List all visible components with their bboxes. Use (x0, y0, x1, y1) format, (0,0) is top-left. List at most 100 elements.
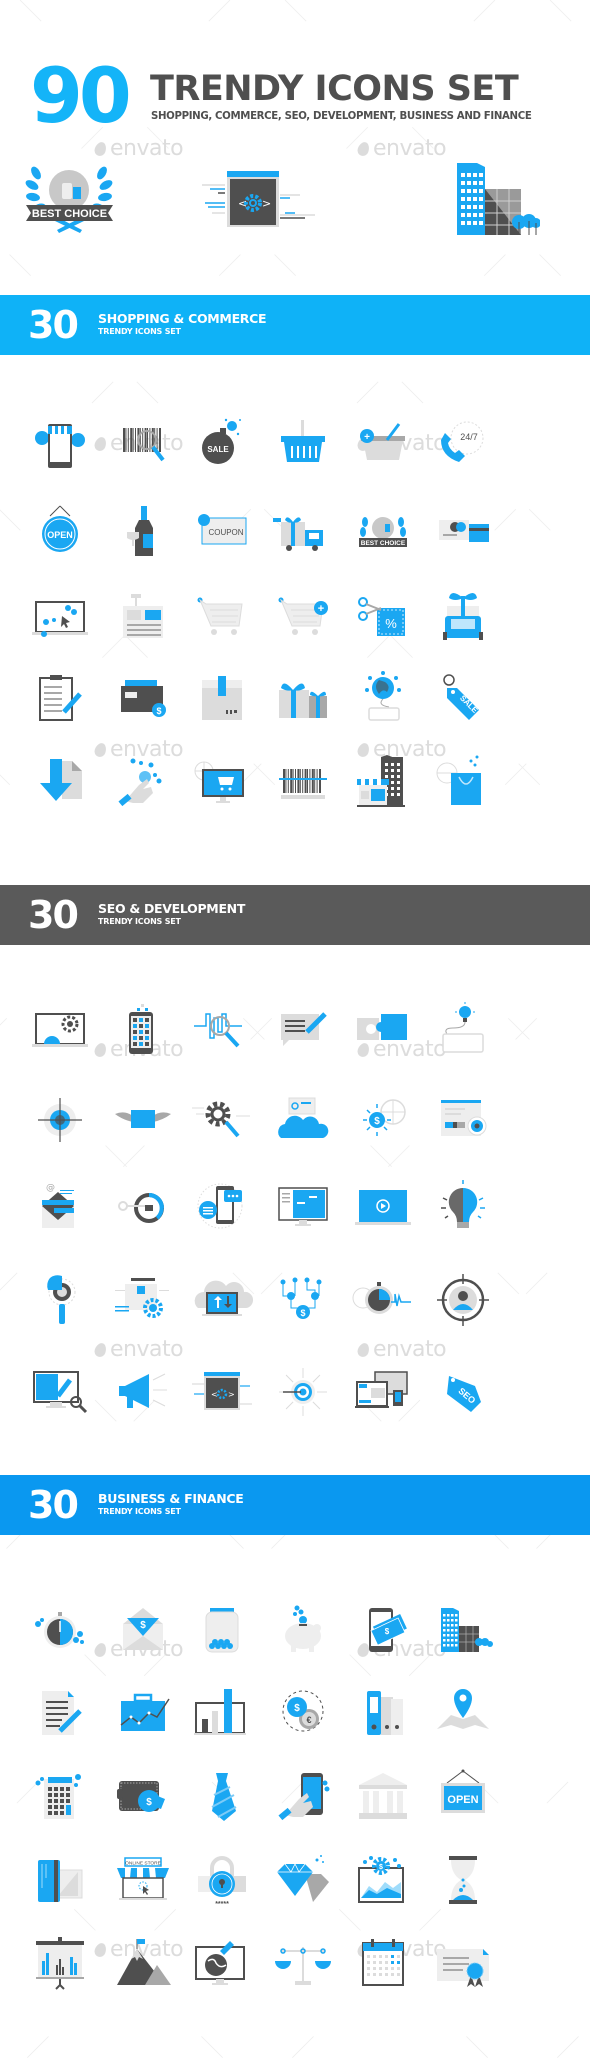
store-building-icon-glyph (357, 755, 405, 807)
analytics-search-icon (190, 998, 254, 1062)
video-laptop-icon (351, 1176, 415, 1240)
email-marketing-icon-glyph: @ (42, 1183, 74, 1228)
barcode-scan-icon-glyph (279, 769, 327, 799)
svg-text:OPEN: OPEN (447, 1794, 478, 1806)
section-title: SHOPPING & COMMERCE (98, 311, 267, 326)
web-design-monitor-icon-glyph (33, 1371, 88, 1414)
responsive-devices-icon-glyph (355, 1371, 408, 1408)
svg-text:$: $ (156, 706, 161, 716)
touch-hand-icon (111, 751, 175, 815)
hourglass-icon (431, 1848, 495, 1912)
support-24-7-icon-glyph: 24/7 (441, 421, 484, 462)
winged-mail-icon-glyph (115, 1110, 171, 1128)
coin-jar-icon (190, 1598, 254, 1662)
presentation-board-icon-glyph (36, 1937, 84, 1990)
gear-search-icon-glyph (192, 1101, 250, 1138)
gift-delivery-truck-icon (271, 500, 335, 564)
section-banner-seo: 30 SEO & DEVELOPMENT TRENDY ICONS SET (0, 885, 590, 945)
package-box-icon (190, 666, 254, 730)
cloud-transfer-icon-glyph (194, 1280, 254, 1316)
write-comment-icon (271, 998, 335, 1062)
money-globe-icon-glyph: $ (363, 1099, 406, 1136)
cloud-data-icon (271, 1088, 335, 1152)
wallet-coin-icon-glyph: $ (117, 1781, 165, 1812)
padlock-password-icon: ***** (190, 1848, 254, 1912)
map-location-icon-glyph (437, 1689, 489, 1729)
svg-text:$: $ (300, 1308, 305, 1318)
add-to-basket-icon: + (351, 410, 415, 474)
page-title: TRENDY ICONS SET (150, 69, 519, 109)
briefcase-growth-icon (111, 1681, 175, 1745)
piggy-bank-icon-glyph (285, 1605, 321, 1652)
brain-bulb-icon (431, 1176, 495, 1240)
section-subtitle: TRENDY ICONS SET (98, 917, 181, 926)
cloud-transfer-icon (190, 1268, 254, 1332)
icon-count: 90 (30, 51, 132, 140)
money-envelope-icon: $ (111, 1598, 175, 1662)
mobile-store-icon (28, 410, 92, 474)
bank-building-icon-glyph (359, 1773, 407, 1819)
contract-sign-icon-glyph (42, 1691, 82, 1735)
coin-jar-icon-glyph (205, 1608, 239, 1653)
analytics-search-icon-glyph (194, 1013, 242, 1048)
padlock-password-icon-glyph: ***** (198, 1856, 246, 1908)
section-banner-business: 30 BUSINESS & FINANCE TRENDY ICONS SET (0, 1475, 590, 1535)
touch-phone-icon-glyph (278, 1773, 330, 1821)
online-click-monitor-icon (28, 586, 92, 650)
discount-coupon-cut-icon-glyph: % (358, 597, 405, 636)
web-monitor-icon (271, 1176, 335, 1240)
presentation-board-icon (28, 1931, 92, 1995)
web-design-monitor-icon (28, 1360, 92, 1424)
balance-scale-icon (271, 1931, 335, 1995)
online-cart-monitor-icon (190, 751, 254, 815)
best-choice-icon-glyph: BEST CHOICE (359, 517, 407, 547)
payment-cards-icon-glyph (439, 520, 489, 542)
gift-delivery-truck-icon-glyph (273, 517, 323, 551)
shopping-cart-icon (190, 586, 254, 650)
sale-tag-icon-glyph: SALE (443, 674, 480, 720)
write-comment-icon-glyph (281, 1012, 327, 1046)
open-sign-board-icon-glyph: OPEN (441, 1769, 485, 1813)
add-to-cart-icon-glyph: + (278, 597, 328, 635)
responsive-devices-icon (351, 1360, 415, 1424)
section-count: 30 (28, 1483, 79, 1527)
shopping-bag-icon-glyph (436, 755, 481, 805)
gift-boxes-icon (271, 666, 335, 730)
puzzle-icon (351, 998, 415, 1062)
bank-building-icon (351, 1765, 415, 1829)
calculator-icon (28, 1765, 92, 1829)
key-lock-progress-icon-glyph (118, 1193, 164, 1223)
envato-watermark: envato (355, 1338, 447, 1362)
office-buildings-icon (455, 155, 541, 235)
stopwatch-icon (28, 1598, 92, 1662)
laptop-settings-icon-glyph (32, 1013, 88, 1047)
coupon-icon-glyph: COUPON (198, 514, 247, 545)
cash-register-icon (111, 586, 175, 650)
money-globe-icon: $ (351, 1088, 415, 1152)
sale-bomb-icon: SALE (190, 410, 254, 474)
credit-card-icon (28, 1848, 92, 1912)
gear-search-icon (190, 1088, 254, 1152)
hourglass-icon-glyph (449, 1856, 477, 1904)
svg-text:$: $ (294, 1703, 300, 1714)
barcode-search-icon (111, 410, 175, 474)
payment-cards-icon (431, 500, 495, 564)
global-online-shopping-icon (351, 666, 415, 730)
section-count: 30 (28, 303, 79, 347)
svg-text:@: @ (46, 1183, 55, 1193)
svg-text:>: > (262, 197, 271, 210)
stopwatch-speed-icon-glyph (352, 1282, 411, 1314)
global-online-shopping-icon-glyph (365, 671, 401, 721)
shopping-cart-icon-glyph (197, 597, 243, 635)
touch-hand-icon-glyph (118, 758, 162, 807)
idea-keyboard-icon-glyph (442, 1002, 484, 1053)
necktie-icon-glyph (211, 1773, 237, 1821)
wine-bottle-icon (111, 500, 175, 564)
global-business-monitor-icon-glyph (195, 1941, 245, 1985)
piggy-bank-icon (271, 1598, 335, 1662)
online-store-icon-glyph: ONLINE STORE (117, 1857, 169, 1900)
touch-phone-icon (271, 1765, 335, 1829)
binders-icon (351, 1681, 415, 1745)
network-money-icon-glyph: $ (280, 1277, 322, 1319)
office-buildings-icon (431, 1598, 495, 1662)
